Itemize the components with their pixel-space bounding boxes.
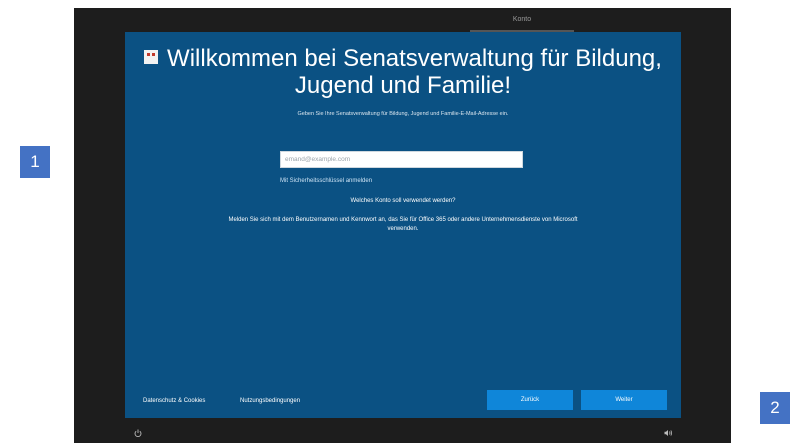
account-info-text: Melden Sie sich mit dem Benutzernamen un…: [228, 217, 578, 232]
next-button[interactable]: Weiter: [581, 390, 667, 410]
tab-konto: Konto: [512, 16, 532, 23]
sign-in-panel: Willkommen bei Senatsverwaltung für Bild…: [125, 32, 681, 418]
marker-label-1: 1: [20, 146, 50, 178]
marker-label-2: 2: [760, 392, 790, 424]
security-key-link[interactable]: Mit Sicherheitsschlüssel anmelden: [280, 178, 372, 184]
top-bar: Konto: [74, 8, 731, 32]
email-field[interactable]: [280, 151, 523, 168]
privacy-cookies-link[interactable]: Datenschutz & Cookies: [143, 398, 205, 404]
page-title-text: Willkommen bei Senatsverwaltung für Bild…: [167, 45, 662, 99]
terms-of-use-link[interactable]: Nutzungsbedingungen: [240, 398, 300, 404]
power-icon[interactable]: [134, 429, 142, 441]
volume-icon[interactable]: [664, 429, 673, 440]
account-question: Welches Konto soll verwendet werden?: [350, 198, 456, 204]
page-title: Willkommen bei Senatsverwaltung für Bild…: [125, 45, 681, 99]
page-subtitle: Geben Sie Ihre Senatsverwaltung für Bild…: [297, 111, 509, 117]
org-logo-icon: [144, 50, 159, 64]
setup-screen: Konto Willkommen bei Senatsverwaltung fü…: [74, 8, 731, 443]
back-button[interactable]: Zurück: [487, 390, 573, 410]
